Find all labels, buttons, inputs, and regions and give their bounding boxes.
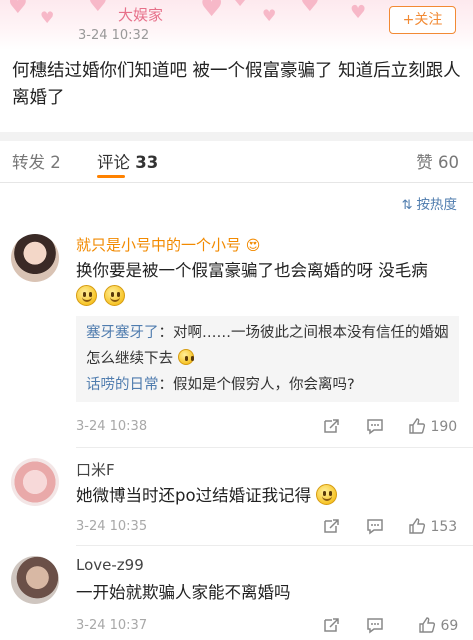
comment-author-name[interactable]: 就只是小号中的一个小号 😍: [76, 234, 260, 255]
heart-decoration-icon: ♥: [8, 0, 28, 19]
like-count: 69: [440, 618, 459, 634]
share-icon: [324, 618, 339, 632]
comment-timestamp: 3-24 10:38: [76, 419, 148, 434]
comment-timestamp: 3-24 10:35: [76, 519, 148, 534]
like-comment-button[interactable]: 153: [408, 517, 457, 535]
post-text: 何穗结过婚你们知道吧 被一个假富豪骗了 知道后立刻跟人离婚了: [12, 61, 461, 108]
thumbs-up-icon: [409, 518, 426, 534]
reply-item: 话唠的日常：假如是个假穷人，你会离吗?: [86, 372, 449, 398]
post-author-name[interactable]: 大娱家: [118, 4, 163, 25]
active-tab-indicator: [97, 175, 125, 178]
share-icon: [324, 519, 339, 533]
like-count: 153: [430, 519, 458, 535]
like-comment-button[interactable]: 69: [418, 616, 458, 634]
heart-decoration-icon: ♥: [232, 0, 249, 11]
tab-comment-label: 评论: [97, 153, 130, 172]
sort-by-hot-button[interactable]: ⇅ 按热度: [402, 193, 457, 213]
heart-eyes-emoji-icon: 😍: [245, 238, 261, 254]
sort-label: 按热度: [416, 197, 458, 213]
reply-item: 塞牙塞牙了：对啊……一场彼此之间根本没有信任的婚姻 怎么继续下去: [86, 320, 449, 372]
heart-decoration-icon: ♥: [200, 0, 224, 23]
smile-emoji-icon: [104, 285, 126, 306]
reply-box[interactable]: 塞牙塞牙了：对啊……一场彼此之间根本没有信任的婚姻 怎么继续下去 话唠的日常：假…: [76, 316, 459, 402]
comment-icon: [367, 419, 383, 435]
heart-decoration-icon: ♥: [262, 6, 277, 25]
like-comment-button[interactable]: 190: [408, 417, 457, 435]
thumbs-up-icon: [419, 617, 436, 633]
comment-text: 她微博当时还po过结婚证我记得: [76, 483, 461, 509]
comment-author-name[interactable]: 口米F: [76, 459, 115, 480]
reply-author-name[interactable]: 话唠的日常: [86, 377, 159, 393]
heart-decoration-icon: ♥: [88, 0, 108, 17]
post-tabs: 转发 2 评论 33 赞 60: [0, 141, 473, 183]
comment-icon: [367, 618, 383, 634]
reply-text: ：假如是个假穷人，你会离吗?: [158, 377, 355, 393]
glasses-emoji-icon: [316, 484, 338, 505]
repost-comment-button[interactable]: [322, 417, 340, 435]
comment-separator: [76, 447, 473, 448]
avatar[interactable]: [11, 458, 59, 506]
post-timestamp: 3-24 10:32: [78, 28, 150, 43]
tab-repost[interactable]: 转发 2: [12, 149, 61, 173]
like-count: 190: [430, 419, 458, 435]
comment-separator: [76, 545, 473, 546]
follow-button[interactable]: +关注: [389, 6, 456, 34]
tab-comment[interactable]: 评论 33: [97, 149, 158, 173]
grin-emoji-icon: [177, 349, 194, 365]
reply-comment-button[interactable]: [366, 616, 384, 634]
reply-comment-button[interactable]: [366, 517, 384, 535]
share-icon: [324, 419, 339, 433]
heart-decoration-icon: ♥: [350, 2, 367, 23]
reply-author-name[interactable]: 塞牙塞牙了: [86, 325, 159, 341]
post-header: ♥ ♥ ♥ ♥ ♥ ♥ ♥ ♥ 大娱家 3-24 10:32 +关注: [0, 0, 473, 50]
tab-like[interactable]: 赞 60: [416, 149, 459, 173]
tab-comment-count: 33: [135, 153, 159, 172]
smile-emoji-icon: [76, 285, 97, 306]
repost-comment-button[interactable]: [322, 517, 340, 535]
comment-author-name[interactable]: Love-z99: [76, 556, 144, 574]
comment-text: 换你要是被一个假富豪骗了也会离婚的呀 没毛病: [76, 258, 461, 310]
repost-comment-button[interactable]: [322, 616, 340, 634]
sort-icon: ⇅: [401, 198, 413, 213]
comment-text: 一开始就欺骗人家能不离婚吗: [76, 583, 291, 602]
comment-icon: [367, 519, 383, 535]
avatar[interactable]: [11, 234, 59, 282]
heart-decoration-icon: ♥: [300, 0, 320, 17]
thumbs-up-icon: [409, 418, 426, 434]
comment-timestamp: 3-24 10:37: [76, 618, 148, 633]
section-divider: [0, 132, 473, 141]
avatar[interactable]: [11, 556, 59, 604]
heart-decoration-icon: ♥: [40, 8, 55, 27]
reply-comment-button[interactable]: [366, 417, 384, 435]
